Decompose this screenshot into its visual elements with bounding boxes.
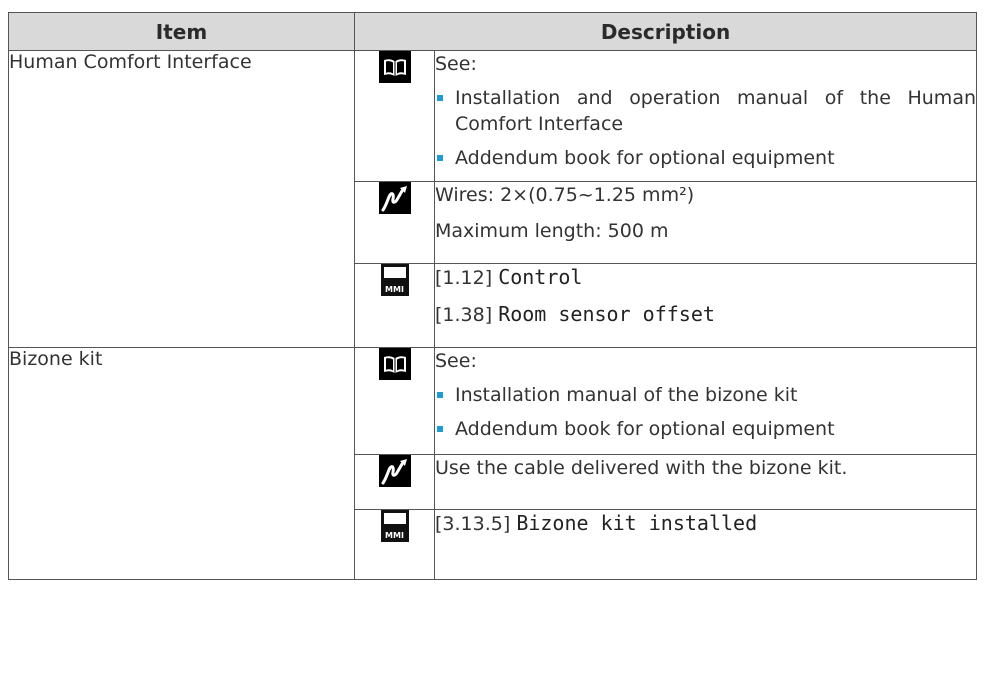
options-table: Item Description Human Comfort Interface… <box>8 12 978 580</box>
icon-cell <box>354 347 435 455</box>
list-item: Addendum book for optional equipment <box>435 416 976 442</box>
item-name: Human Comfort Interface <box>8 50 355 348</box>
setting-line: [1.38] Room sensor offset <box>435 301 976 328</box>
see-label: See: <box>435 350 477 372</box>
manual-book-icon <box>378 348 411 380</box>
setting-code: [1.12] <box>435 267 493 289</box>
wiring-icon <box>378 455 411 487</box>
description-settings: [1.12] Control [1.38] Room sensor offset <box>433 263 978 348</box>
list-item: Addendum book for optional equipment <box>435 145 976 171</box>
list-item: Installation and operation manual of the… <box>435 85 976 137</box>
icon-cell <box>354 454 435 510</box>
icon-cell: MMI <box>354 509 435 580</box>
table-row: Human Comfort Interface See: Installatio… <box>8 50 978 348</box>
mmi-icon: MMI <box>380 510 409 542</box>
item-name: Bizone kit <box>8 347 355 580</box>
icon-cell <box>354 50 435 182</box>
wiring-line: Wires: 2×(0.75~1.25 mm²) <box>435 184 695 206</box>
mmi-icon: MMI <box>380 264 409 296</box>
see-label: See: <box>435 53 477 75</box>
description-wiring: Wires: 2×(0.75~1.25 mm²) Maximum length:… <box>433 181 978 264</box>
table-row: Bizone kit See: Installation manual of t… <box>8 347 978 580</box>
setting-name: Bizone kit installed <box>516 511 758 535</box>
icon-cell <box>354 181 435 264</box>
description-wiring: Use the cable delivered with the bizone … <box>433 454 978 510</box>
setting-name: Room sensor offset <box>498 302 715 326</box>
wiring-line: Maximum length: 500 m <box>435 220 669 242</box>
table-header-row: Item Description <box>8 12 978 51</box>
setting-code: [1.38] <box>435 304 493 326</box>
icon-cell: MMI <box>354 263 435 348</box>
setting-code: [3.13.5] <box>435 513 511 535</box>
setting-name: Control <box>498 265 583 289</box>
manual-book-icon <box>378 51 411 83</box>
setting-line: [3.13.5] Bizone kit installed <box>435 510 976 537</box>
description-manuals: See: Installation and operation manual o… <box>433 50 978 182</box>
header-item: Item <box>8 12 355 51</box>
description-settings: [3.13.5] Bizone kit installed <box>433 509 978 580</box>
header-description: Description <box>353 12 978 51</box>
wiring-line: Use the cable delivered with the bizone … <box>435 457 848 479</box>
wiring-icon <box>378 182 411 214</box>
description-manuals: See: Installation manual of the bizone k… <box>433 347 978 455</box>
list-item: Installation manual of the bizone kit <box>435 382 976 408</box>
page: Item Description Human Comfort Interface… <box>0 0 996 684</box>
setting-line: [1.12] Control <box>435 264 976 291</box>
